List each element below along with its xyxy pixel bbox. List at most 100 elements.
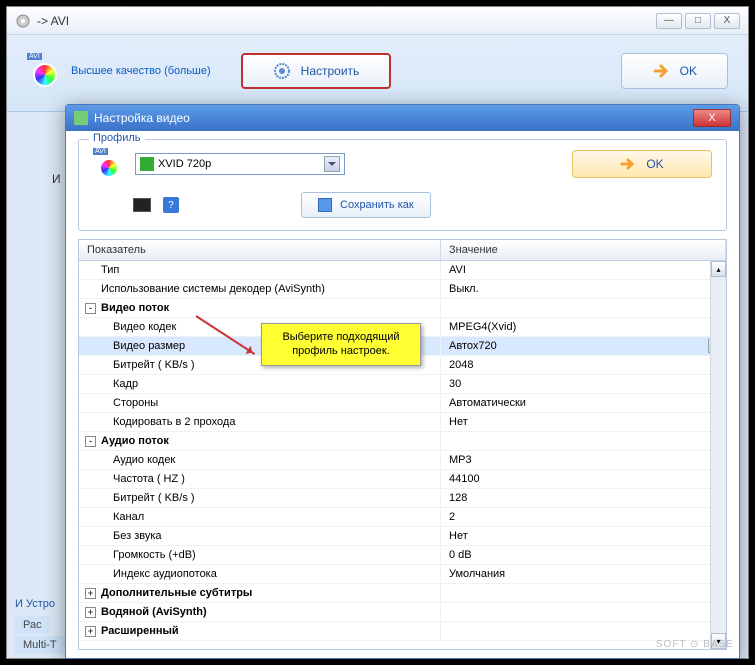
console-icon[interactable] <box>133 198 151 212</box>
row-key: Частота ( HZ ) <box>113 473 185 485</box>
settings-grid: Показатель Значение Тип AVI Использование … <box>78 239 727 650</box>
row-key: Дополнительные субтитры <box>101 587 252 599</box>
callout-tooltip: Выберите подходящий профиль настроек. <box>261 323 421 366</box>
row-key: Аудио кодек <box>113 454 175 466</box>
row-value: MP3 <box>449 454 472 466</box>
bg-ras-tab[interactable]: Рас <box>15 616 50 634</box>
table-row[interactable]: Громкость (+dB) 0 dB <box>79 546 726 565</box>
table-row[interactable]: СтороныАвтоматически <box>79 394 726 413</box>
table-row[interactable]: -Аудио поток <box>79 432 726 451</box>
row-key: Кодировать в 2 прохода <box>113 416 235 428</box>
table-row[interactable]: Использование системы декодер (AviSynth)… <box>79 280 726 299</box>
gear-icon <box>273 62 291 80</box>
row-value: Автоматически <box>449 397 526 409</box>
table-row[interactable]: + Дополнительные субтитры <box>79 584 726 603</box>
arrow-right-icon <box>652 62 670 80</box>
bg-device-label: И Устро <box>15 598 55 610</box>
row-value: Автох720 <box>449 340 497 352</box>
row-value: 128 <box>449 492 467 504</box>
save-as-label: Сохранить как <box>340 199 414 211</box>
grid-header-key[interactable]: Показатель <box>79 240 441 260</box>
row-value: MPEG4(Xvid) <box>449 321 516 333</box>
row-value: AVI <box>449 264 466 276</box>
row-value: Нет <box>449 530 468 542</box>
grid-header-value[interactable]: Значение <box>441 240 726 260</box>
bg-multi-tab[interactable]: Multi-T <box>15 636 65 654</box>
arrow-right-icon <box>620 156 636 172</box>
table-row[interactable]: Кодировать в 2 прохода Нет <box>79 413 726 432</box>
row-key: Битрейт ( KB/s ) <box>113 492 195 504</box>
row-value: Нет <box>449 416 468 428</box>
table-row[interactable]: Канал2 <box>79 508 726 527</box>
app-icon <box>15 13 31 29</box>
configure-button-label: Настроить <box>301 64 360 78</box>
save-as-button[interactable]: Сохранить как <box>301 192 431 218</box>
profile-select-value: XVID 720p <box>158 158 211 170</box>
profile-legend: Профиль <box>89 132 145 144</box>
bg-im-label: И <box>52 172 61 186</box>
main-ok-label: OK <box>680 64 697 78</box>
scroll-up-button[interactable]: ▴ <box>711 261 726 277</box>
tree-toggle-icon[interactable]: - <box>85 303 96 314</box>
table-row[interactable]: Индекс аудиопотока Умолчания <box>79 565 726 584</box>
grid-body: Тип AVI Использование системы декодер (Avi… <box>79 261 726 649</box>
row-value: Выкл. <box>449 283 479 295</box>
row-key: Видео поток <box>101 302 169 314</box>
tree-toggle-icon[interactable]: + <box>85 607 96 618</box>
row-value: 0 dB <box>449 549 472 561</box>
row-key: Кадр <box>113 378 138 390</box>
video-settings-dialog: Настройка видео X Профиль XVID 720p <box>65 104 740 659</box>
row-key: Использование системы декодер (AviSynth) <box>101 283 325 295</box>
close-button[interactable]: X <box>714 13 740 29</box>
table-row[interactable]: Кадр 30 <box>79 375 726 394</box>
dialog-title: Настройка видео <box>94 111 190 125</box>
table-row[interactable]: Тип AVI <box>79 261 726 280</box>
row-key: Расширенный <box>101 625 179 637</box>
callout-line1: Выберите подходящий <box>270 330 412 344</box>
tree-toggle-icon[interactable]: - <box>85 436 96 447</box>
main-ok-button[interactable]: OK <box>621 53 728 89</box>
row-key: Индекс аудиопотока <box>113 568 217 580</box>
table-row[interactable]: Аудио кодек MP3 <box>79 451 726 470</box>
row-value: 44100 <box>449 473 480 485</box>
main-titlebar: -> AVI — □ X <box>7 7 748 35</box>
tree-toggle-icon[interactable]: + <box>85 588 96 599</box>
row-key: Канал <box>113 511 144 523</box>
main-window-title: -> AVI <box>37 14 69 28</box>
dialog-titlebar: Настройка видео X <box>66 105 739 131</box>
main-toolbar: Высшее качество (больше) Настроить OK <box>7 35 748 107</box>
main-window: -> AVI — □ X Высшее качество (больше) На… <box>7 7 748 112</box>
quality-label: Высшее качество (больше) <box>71 65 211 77</box>
row-key: Громкость (+dB) <box>113 549 196 561</box>
minimize-button[interactable]: — <box>656 13 682 29</box>
row-key: Видео размер <box>113 340 185 352</box>
table-row[interactable]: Без звука Нет <box>79 527 726 546</box>
tree-toggle-icon[interactable]: + <box>85 626 96 637</box>
table-row[interactable]: + Расширенный <box>79 622 726 641</box>
table-row[interactable]: Битрейт ( KB/s ) 128 <box>79 489 726 508</box>
dialog-close-button[interactable]: X <box>693 109 731 127</box>
scrollbar[interactable]: ▴ ▾ <box>710 261 726 649</box>
callout-line2: профиль настроек. <box>270 344 412 358</box>
dialog-ok-button[interactable]: OK <box>572 150 712 178</box>
disk-icon <box>318 198 332 212</box>
row-key: Без звука <box>113 530 162 542</box>
row-value: Умолчания <box>449 568 505 580</box>
avi-format-icon-small <box>93 150 121 178</box>
row-value: 2048 <box>449 359 473 371</box>
configure-button[interactable]: Настроить <box>241 53 392 89</box>
row-value: 30 <box>449 378 461 390</box>
row-key: Аудио поток <box>101 435 169 447</box>
avi-format-icon <box>27 55 59 87</box>
table-row[interactable]: -Видео поток <box>79 299 726 318</box>
dialog-ok-label: OK <box>646 157 663 171</box>
profile-select[interactable]: XVID 720p <box>135 153 345 175</box>
grid-header: Показатель Значение <box>79 240 726 261</box>
film-icon <box>140 157 154 171</box>
row-key: Тип <box>101 264 119 276</box>
maximize-button[interactable]: □ <box>685 13 711 29</box>
dropdown-button[interactable] <box>324 156 340 172</box>
help-icon[interactable]: ? <box>163 197 179 213</box>
table-row[interactable]: Частота ( HZ ) 44100 <box>79 470 726 489</box>
table-row[interactable]: +Водяной (AviSynth) <box>79 603 726 622</box>
